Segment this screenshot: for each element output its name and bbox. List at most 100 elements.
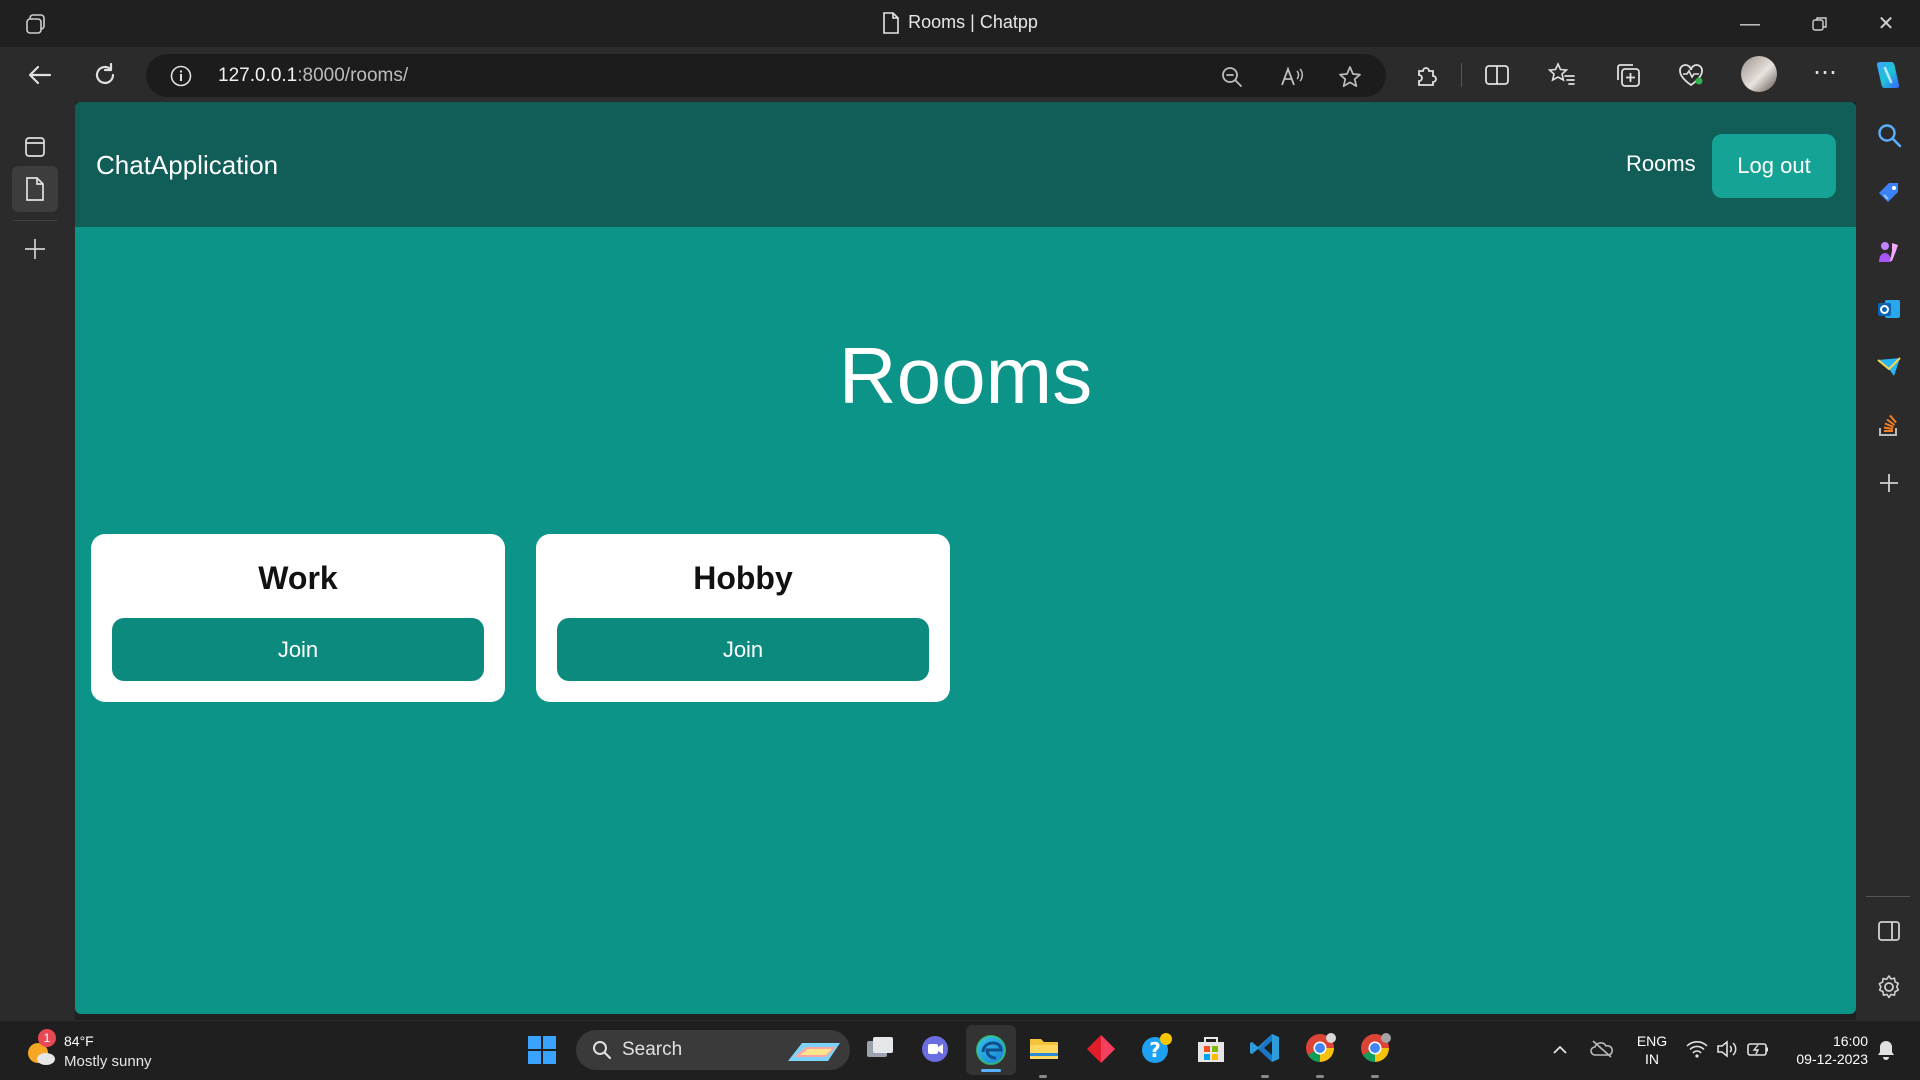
window-title: Rooms | Chatpp bbox=[0, 12, 1920, 35]
stack-overflow-icon[interactable] bbox=[1876, 412, 1902, 438]
url-text[interactable]: 127.0.0.1:8000/rooms/ bbox=[218, 65, 408, 87]
weather-temperature: 84°F bbox=[64, 1033, 94, 1049]
vertical-tabs-rail bbox=[0, 102, 75, 1020]
folder-icon bbox=[1030, 1039, 1058, 1059]
teams-chat-icon[interactable] bbox=[917, 1031, 953, 1067]
plus-icon bbox=[25, 239, 45, 259]
search-label: Search bbox=[622, 1039, 683, 1060]
wifi-icon[interactable] bbox=[1686, 1039, 1708, 1059]
weather-condition: Mostly sunny bbox=[64, 1053, 152, 1070]
battery-charging-icon[interactable] bbox=[1746, 1039, 1770, 1059]
search-highlight-icon bbox=[788, 1043, 840, 1061]
favorites-icon[interactable] bbox=[1548, 61, 1576, 89]
nav-rooms-link[interactable]: Rooms bbox=[1626, 151, 1696, 177]
running-app-indicator bbox=[1316, 1075, 1324, 1078]
taskbar-file-explorer[interactable] bbox=[1027, 1031, 1063, 1080]
logout-button[interactable]: Log out bbox=[1712, 134, 1836, 198]
read-aloud-icon[interactable] bbox=[1280, 65, 1304, 89]
taskbar: 1 84°F Mostly sunny Search ? ENG IN 16:0… bbox=[0, 1020, 1920, 1080]
collections-icon[interactable] bbox=[1614, 61, 1642, 89]
send-icon[interactable] bbox=[1876, 354, 1902, 380]
favorite-star-icon[interactable] bbox=[1338, 65, 1362, 89]
browser-essentials-icon[interactable] bbox=[1677, 61, 1705, 89]
room-name: Work bbox=[258, 560, 338, 596]
taskbar-search[interactable]: Search bbox=[576, 1030, 850, 1070]
vscode-icon bbox=[1250, 1034, 1279, 1062]
active-app-indicator bbox=[981, 1069, 1001, 1072]
join-room-button[interactable]: Join bbox=[112, 618, 484, 681]
search-icon bbox=[593, 1041, 612, 1060]
edge-icon bbox=[976, 1035, 1006, 1065]
minimize-button[interactable]: — bbox=[1736, 10, 1764, 38]
room-card: Work Join bbox=[91, 534, 505, 702]
taskbar-chrome-2[interactable] bbox=[1358, 1031, 1394, 1080]
toolbar-divider bbox=[1461, 63, 1462, 87]
start-windows-icon[interactable] bbox=[526, 1034, 558, 1066]
tab-actions-icon bbox=[25, 137, 45, 157]
page-icon bbox=[883, 12, 899, 35]
close-button[interactable]: ✕ bbox=[1872, 10, 1900, 38]
chevron-up-icon[interactable] bbox=[1552, 1043, 1568, 1055]
language-indicator[interactable]: ENG IN bbox=[1634, 1033, 1670, 1067]
help-app-icon[interactable]: ? bbox=[1138, 1031, 1174, 1067]
page-title: Rooms bbox=[838, 331, 1093, 420]
edge-sidebar bbox=[1856, 102, 1920, 1020]
onedrive-offline-icon[interactable] bbox=[1590, 1039, 1614, 1059]
tab-actions-button[interactable] bbox=[12, 124, 58, 170]
brand-logo[interactable]: ChatApplication bbox=[96, 150, 278, 181]
hide-sidebar-icon[interactable] bbox=[1876, 918, 1902, 944]
restore-button[interactable] bbox=[1806, 10, 1834, 38]
extensions-icon[interactable] bbox=[1413, 61, 1441, 89]
clock-date: 09-12-2023 bbox=[1796, 1051, 1868, 1067]
browser-toolbar: 127.0.0.1:8000/rooms/ ⋯ bbox=[0, 47, 1920, 102]
add-sidebar-app-icon[interactable] bbox=[1876, 470, 1902, 496]
chrome-icon bbox=[1306, 1033, 1336, 1062]
new-tab-button[interactable] bbox=[12, 226, 58, 272]
sidebar-divider bbox=[1866, 896, 1910, 897]
url-host: 127.0.0.1 bbox=[218, 65, 298, 86]
taskbar-chrome-1[interactable] bbox=[1303, 1031, 1339, 1080]
title-bar: Rooms | Chatpp — ✕ bbox=[0, 0, 1920, 47]
vertical-tab-rooms[interactable] bbox=[12, 166, 58, 212]
site-info-icon[interactable] bbox=[170, 65, 192, 87]
taskbar-edge-button[interactable] bbox=[966, 1025, 1016, 1075]
running-app-indicator bbox=[1371, 1075, 1379, 1078]
web-page: ChatApplication Rooms Log out Rooms Work… bbox=[75, 102, 1856, 1014]
clock[interactable]: 16:00 09-12-2023 bbox=[1784, 1033, 1868, 1067]
zoom-out-icon[interactable] bbox=[1220, 65, 1244, 89]
search-icon[interactable] bbox=[1876, 122, 1902, 148]
split-screen-icon[interactable] bbox=[1483, 61, 1511, 89]
running-app-indicator bbox=[1039, 1075, 1047, 1078]
copilot-icon[interactable] bbox=[1871, 58, 1905, 92]
shopping-tag-icon[interactable] bbox=[1876, 180, 1902, 206]
room-name: Hobby bbox=[693, 560, 793, 596]
svg-text:?: ? bbox=[1149, 1038, 1161, 1062]
profile-avatar[interactable] bbox=[1741, 56, 1777, 92]
microsoft-store-icon[interactable] bbox=[1193, 1031, 1229, 1067]
url-path: :8000/rooms/ bbox=[297, 65, 409, 86]
navbar: ChatApplication Rooms Log out bbox=[75, 102, 1856, 227]
window-title-text: Rooms | Chatpp bbox=[908, 12, 1038, 32]
games-icon[interactable] bbox=[1876, 238, 1902, 264]
running-app-indicator bbox=[1261, 1075, 1269, 1078]
clock-time: 16:00 bbox=[1832, 1033, 1868, 1049]
region-code: IN bbox=[1645, 1051, 1659, 1067]
outlook-icon[interactable] bbox=[1876, 296, 1902, 322]
refresh-icon[interactable] bbox=[91, 61, 119, 89]
join-room-button[interactable]: Join bbox=[557, 618, 929, 681]
rail-divider bbox=[12, 220, 58, 221]
restore-icon bbox=[1812, 17, 1827, 31]
address-bar[interactable]: 127.0.0.1:8000/rooms/ bbox=[146, 54, 1386, 97]
notification-bell-icon[interactable] bbox=[1876, 1039, 1896, 1061]
back-icon[interactable] bbox=[26, 61, 54, 89]
taskbar-vscode[interactable] bbox=[1248, 1031, 1284, 1080]
weather-badge: 1 bbox=[38, 1029, 56, 1047]
chrome-icon bbox=[1361, 1033, 1391, 1062]
git-app-icon[interactable] bbox=[1083, 1031, 1119, 1067]
page-tab-icon bbox=[26, 177, 44, 201]
volume-icon[interactable] bbox=[1716, 1039, 1738, 1059]
settings-gear-icon[interactable] bbox=[1876, 974, 1902, 1000]
room-card: Hobby Join bbox=[536, 534, 950, 702]
task-view-icon[interactable] bbox=[862, 1031, 898, 1067]
more-options-icon[interactable]: ⋯ bbox=[1813, 58, 1838, 87]
